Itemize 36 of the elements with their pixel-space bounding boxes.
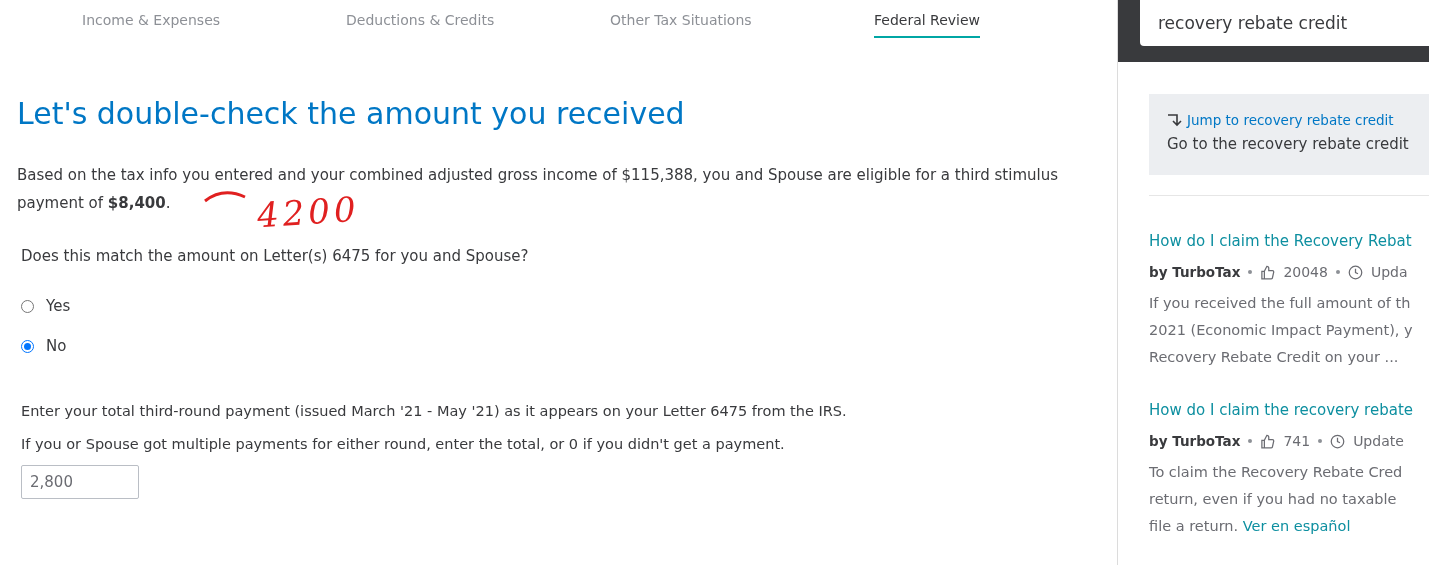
handwritten-arc-drawing <box>203 189 247 203</box>
instruction-text: Enter your total third-round payment (issued March '21 - May '21) as it appears on your Letter 6475 from the IRS. <box>21 403 848 419</box>
nav-tab[interactable]: Federal Review <box>874 12 981 38</box>
article-snippet: Recovery Rebate Credit on your ... <box>1149 348 1399 367</box>
nav-tab[interactable]: Other Tax Situations <box>610 12 752 38</box>
article-link[interactable]: How do I claim the Recovery Rebat <box>1149 232 1412 250</box>
jump-description: Go to the recovery rebate credit <box>1167 135 1409 153</box>
page-heading: Let's double-check the amount you received <box>17 96 686 131</box>
clock-icon <box>1330 433 1346 449</box>
nav-tab[interactable]: Income & Expenses <box>82 12 221 38</box>
article-snippet: file a return. <box>1149 518 1239 534</box>
nav-tab[interactable]: Deductions & Credits <box>346 12 495 38</box>
radio-option[interactable]: Yes <box>21 297 71 315</box>
search-field[interactable]: recovery rebate credit <box>1140 0 1429 46</box>
article-link[interactable]: How do I claim the recovery rebate <box>1149 401 1413 419</box>
updated-text: Update <box>1353 433 1404 449</box>
thumbs-up-icon[interactable] <box>1260 433 1276 449</box>
article-author: by TurboTax <box>1149 264 1241 280</box>
article-snippet: To claim the Recovery Rebate Cred <box>1149 463 1403 482</box>
question-text: Does this match the amount on Letter(s) 6475 for you and Spouse? <box>21 247 530 265</box>
spanish-link[interactable]: Ver en español <box>1242 518 1351 534</box>
turn-arrow-icon <box>1167 113 1183 127</box>
handwritten-note: 4200 <box>255 191 361 233</box>
like-count: 741 <box>1283 433 1311 449</box>
payment-field[interactable]: 2,800 <box>21 465 139 499</box>
article-snippet: If you received the full amount of th <box>1149 294 1411 313</box>
radio-option[interactable]: No <box>21 337 67 355</box>
like-count: 20048 <box>1283 264 1328 280</box>
article-snippet: return, even if you had no taxable <box>1149 490 1397 509</box>
thumbs-up-icon[interactable] <box>1260 264 1276 280</box>
clock-icon <box>1347 264 1363 280</box>
updated-text: Upda <box>1370 264 1408 280</box>
article-snippet: 2021 (Economic Impact Payment), y <box>1149 321 1413 340</box>
article-author: by TurboTax <box>1149 433 1241 449</box>
jump-link[interactable]: Jump to recovery rebate credit <box>1167 112 1394 128</box>
instruction-text: If you or Spouse got multiple payments for either round, enter the total, or 0 if you didn't get a payment. <box>21 436 786 452</box>
